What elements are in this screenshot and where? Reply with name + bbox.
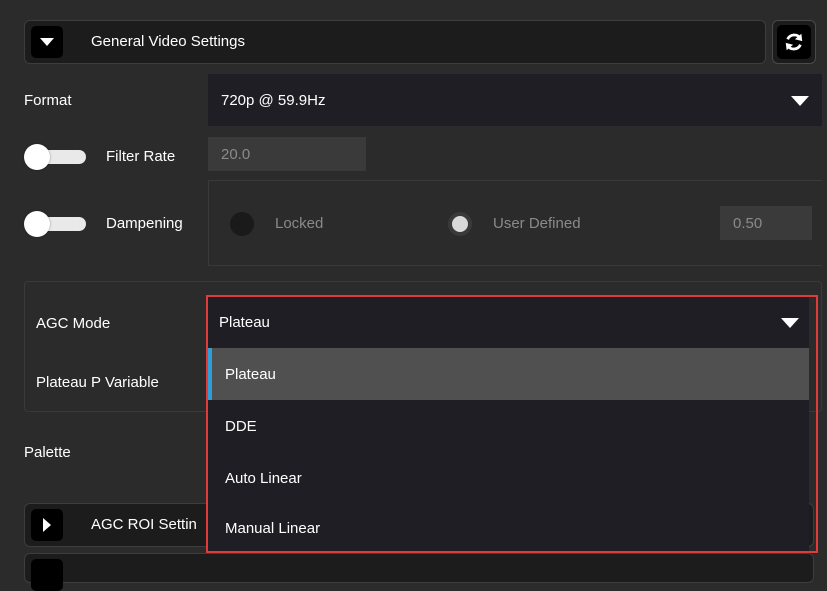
refresh-icon [785, 33, 803, 51]
dropdown-option-plateau[interactable]: Plateau [208, 348, 809, 400]
chevron-down-icon [40, 38, 54, 46]
option-label: DDE [225, 417, 257, 435]
chevron-right-icon [43, 518, 51, 532]
next-section-header[interactable] [24, 553, 814, 591]
format-select[interactable]: 720p @ 59.9Hz [208, 74, 822, 126]
agc-mode-label: AGC Mode [36, 315, 111, 332]
agc-roi-title: AGC ROI Settin [91, 516, 197, 533]
dampening-value: 0.50 [733, 215, 763, 232]
locked-label: Locked [275, 215, 324, 232]
dropdown-option-auto-linear[interactable]: Auto Linear [208, 452, 809, 504]
refresh-button[interactable] [772, 20, 816, 64]
user-defined-radio[interactable] [448, 212, 472, 236]
section-title: General Video Settings [91, 33, 245, 50]
palette-label: Palette [24, 444, 71, 461]
user-defined-label: User Defined [493, 215, 581, 232]
dropdown-option-dde[interactable]: DDE [208, 400, 809, 452]
general-video-settings-header[interactable]: General Video Settings [24, 20, 766, 64]
dampening-input[interactable]: 0.50 [720, 206, 812, 240]
dropdown-option-manual-linear[interactable]: Manual Linear [208, 504, 809, 552]
option-label: Plateau [225, 365, 276, 383]
dampening-toggle[interactable] [24, 211, 88, 237]
collapse-button[interactable] [31, 26, 63, 58]
format-value: 720p @ 59.9Hz [221, 92, 326, 109]
plateau-p-variable-label: Plateau P Variable [36, 374, 159, 391]
agc-mode-value: Plateau [219, 314, 270, 331]
locked-radio[interactable] [230, 212, 254, 236]
format-label: Format [24, 92, 72, 109]
dampening-group: Locked User Defined 0.50 [208, 180, 822, 266]
expand-button[interactable] [31, 509, 63, 541]
filter-rate-input[interactable]: 20.0 [208, 137, 366, 171]
dampening-label: Dampening [106, 215, 183, 232]
chevron-down-icon [781, 318, 799, 328]
chevron-down-icon [791, 96, 809, 106]
agc-mode-select[interactable]: Plateau [208, 297, 809, 348]
option-label: Manual Linear [225, 519, 321, 537]
filter-rate-value: 20.0 [221, 146, 251, 163]
option-label: Auto Linear [225, 469, 302, 487]
filter-rate-toggle[interactable] [24, 144, 88, 170]
filter-rate-label: Filter Rate [106, 148, 176, 165]
